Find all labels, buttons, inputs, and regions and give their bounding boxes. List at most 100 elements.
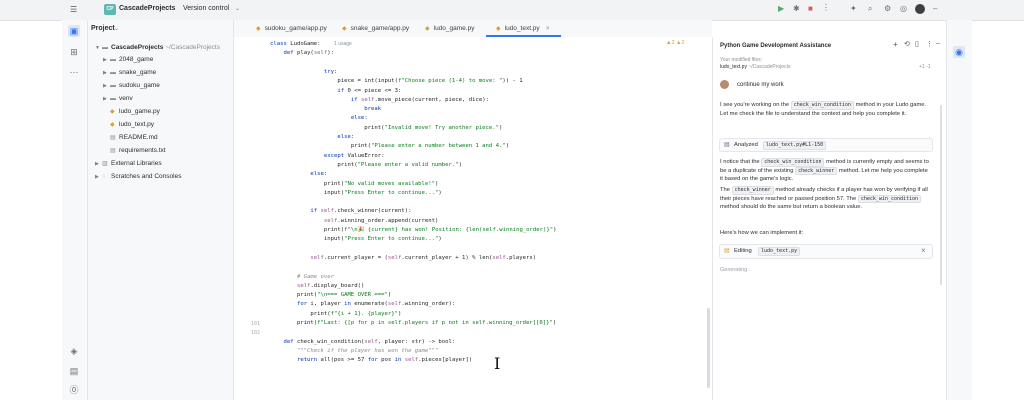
code-line[interactable]: print("No valid moves available!") (270, 181, 439, 187)
code-line[interactable]: self.winning_order.append(current) (270, 218, 439, 224)
project-view-icon[interactable]: ▣ (68, 25, 80, 37)
structure-icon[interactable]: ⊞ (68, 46, 80, 58)
python-file-icon: ◆ (496, 26, 501, 32)
code-line[interactable]: except ValueError: (270, 153, 385, 159)
code-line[interactable]: print("Please enter a valid number.") (270, 162, 462, 168)
code-line[interactable]: self.current_player = (self.current_play… (270, 255, 536, 261)
tree-root[interactable]: ▼ ▬ CascadeProjects ~/CascadeProjects (95, 44, 220, 51)
code-line[interactable] (270, 60, 324, 66)
code-line[interactable]: if 0 <= piece <= 3: (270, 88, 401, 94)
code-line[interactable]: print(f"\n🎉 {current} has won! Position:… (270, 227, 557, 233)
scrollbar-thumb[interactable] (707, 308, 710, 388)
stop-icon[interactable]: ■ (808, 4, 813, 13)
code-line[interactable]: print("Invalid move! Try another piece."… (270, 125, 502, 131)
code-line[interactable]: piece = int(input(f"Choose piece (1-4) t… (270, 78, 522, 84)
code-line[interactable]: def play(self): (270, 50, 334, 56)
code-line[interactable]: return all(pos >= 57 for pos in self.pie… (270, 357, 472, 363)
run-icon[interactable]: ▶ (778, 4, 784, 13)
code-line[interactable]: else: (270, 134, 354, 140)
layout-icon[interactable]: ▯ (915, 40, 919, 48)
python-packages-icon[interactable]: ◈ (68, 345, 80, 357)
terminal-icon[interactable]: ▤ (68, 365, 80, 377)
code-line[interactable]: # Game over (270, 274, 334, 280)
code-line[interactable]: for i, player in enumerate(self.winning_… (270, 301, 455, 307)
tree-item-readme[interactable]: ▤ README.md (110, 134, 158, 141)
code-line[interactable]: else: (270, 171, 327, 177)
ai-assistant-toggle-icon[interactable]: ◉ (953, 46, 965, 58)
chevron-right-icon: ▶ (95, 174, 99, 180)
close-icon[interactable]: × (921, 246, 926, 255)
modified-file-row[interactable]: ludo_text.py ~/CascadeProjects (720, 63, 790, 71)
tree-item-sudoku-game[interactable]: ▶ ▬ sudoku_game (103, 82, 160, 89)
tree-item-requirements[interactable]: ▤ requirements.txt (110, 147, 166, 154)
folder-icon: ▬ (110, 57, 116, 63)
tree-item-2048-game[interactable]: ▶ ▬ 2048_game (103, 56, 153, 63)
code-line[interactable]: if self.check_winner(current): (270, 208, 411, 214)
code-line[interactable]: break (270, 106, 381, 112)
code-line[interactable]: else: (270, 115, 368, 121)
tree-item-snake-game[interactable]: ▶ ▬ snake_game (103, 69, 156, 76)
new-chat-icon[interactable]: + (893, 40, 898, 49)
code-chip: ludo_text.py (758, 247, 801, 256)
code-line[interactable]: print(f"{i + 1}. {player}") (270, 311, 401, 317)
code-chip: check_win_condition (857, 194, 922, 203)
analyzed-card[interactable]: ▤ Analyzed ludo_text.py#L1-150 (719, 138, 933, 152)
tab-snake-app[interactable]: ◆ snake_game/app.py (332, 20, 409, 37)
line-number: 102 (250, 329, 260, 336)
code-line[interactable]: self.display_board() (270, 283, 364, 289)
settings-icon[interactable]: ⚙ (884, 4, 891, 13)
chevron-right-icon: ▶ (103, 96, 107, 102)
python-file-icon: ◆ (425, 26, 430, 32)
avatar[interactable] (915, 4, 925, 14)
debug-icon[interactable]: ✱ (793, 4, 800, 13)
code-line[interactable]: print("\n=== GAME OVER ===") (270, 292, 391, 298)
project-name-dropdown[interactable]: CascadeProjects (119, 5, 175, 12)
more-icon[interactable]: ⋮ (822, 3, 830, 12)
version-control-dropdown[interactable]: Version control (183, 5, 229, 12)
code-line[interactable]: """Check if the player has won the game"… (270, 348, 438, 354)
editing-card[interactable]: ▤ Editing ludo_text.py × (719, 244, 933, 259)
usage-hint[interactable]: 1 usage (334, 41, 352, 47)
close-icon[interactable]: × (546, 25, 550, 32)
minimize-icon[interactable]: – (933, 4, 937, 13)
search-icon[interactable]: ⌕ (868, 4, 872, 14)
code-line[interactable]: print("Please enter a number between 1 a… (270, 143, 509, 149)
tree-item-venv[interactable]: ▶ ▬ venv (103, 95, 133, 102)
assistant-scrollbar[interactable] (940, 105, 942, 285)
chevron-right-icon: ▶ (103, 83, 107, 89)
history-icon[interactable]: ⟲ (904, 40, 910, 48)
inspection-widget[interactable]: ▲2 ▲2 (666, 40, 685, 46)
tab-sudoku-app[interactable]: ◆ sudoku_game/app.py (246, 20, 327, 37)
code-line[interactable]: class LudoGame: (270, 41, 321, 47)
code-line[interactable]: try: (270, 69, 337, 75)
code-line[interactable]: def check_win_condition(self, player: st… (270, 339, 455, 345)
code-chip: check_winner (795, 166, 838, 175)
problems-icon[interactable]: ⓪ (68, 384, 80, 396)
tree-item-external-libraries[interactable]: ▶ ▥ External Libraries (95, 160, 162, 167)
ai-assistant-panel (712, 37, 947, 400)
python-file-icon: ◆ (342, 26, 347, 32)
project-panel-title[interactable]: Project (91, 25, 115, 32)
hamburger-menu-icon[interactable]: ☰ (70, 5, 77, 14)
tree-item-ludo-text-py[interactable]: ◆ ludo_text.py (110, 121, 154, 128)
chevron-down-icon: ▼ (95, 45, 100, 51)
code-chip: check_win_condition (790, 101, 854, 110)
assistant-paragraph-1: I see you're working on the check_win_co… (720, 101, 927, 117)
ai-icon[interactable]: ✦ (850, 4, 857, 13)
code-line[interactable]: print(f"Last: {[p for p in self.players … (270, 320, 556, 326)
tree-item-ludo-game-py[interactable]: ◆ ludo_game.py (110, 108, 160, 115)
library-icon: ▥ (102, 161, 108, 167)
code-editor[interactable]: class LudoGame: def play(self): try: pie… (264, 37, 712, 400)
tab-ludo-text[interactable]: ◆ ludo_text.py × (486, 20, 562, 37)
more-icon[interactable]: ⋮ (926, 40, 933, 48)
notifications-icon[interactable]: ◎ (900, 4, 907, 13)
folder-icon: ▬ (110, 83, 116, 89)
hide-panel-icon[interactable]: – (936, 40, 940, 47)
code-line[interactable]: if self.move_piece(current, piece, dice)… (270, 97, 489, 103)
tree-item-scratches[interactable]: ▶ ◌ Scratches and Consoles (95, 173, 181, 180)
more-tools-icon[interactable]: ⋯ (68, 66, 80, 78)
code-line[interactable]: input("Press Enter to continue...") (270, 190, 442, 196)
code-line[interactable]: input("Press Enter to continue...") (270, 236, 442, 242)
tab-ludo-game[interactable]: ◆ ludo_game.py (415, 20, 474, 37)
chevron-right-icon: ▶ (95, 161, 99, 167)
